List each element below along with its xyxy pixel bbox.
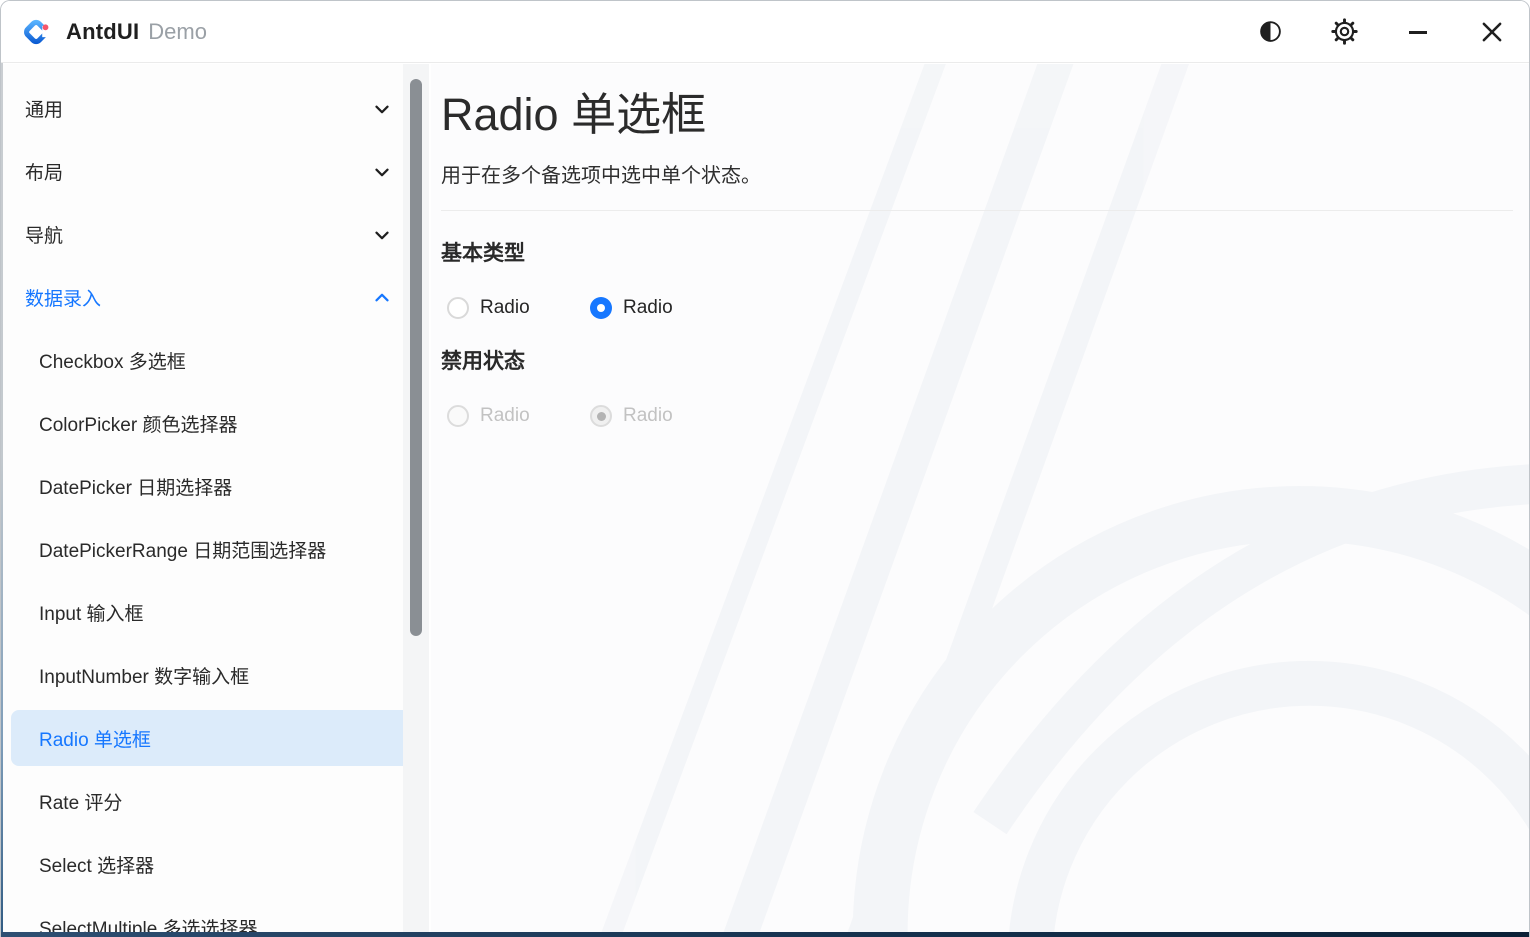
main-content: Radio 单选框 用于在多个备选项中选中单个状态。 基本类型 Radio Ra… [431, 64, 1529, 937]
radio-label: Radio [623, 297, 673, 319]
sidebar-category-label: 数据录入 [25, 284, 101, 311]
sidebar-item-radio[interactable]: Radio 单选框 [11, 710, 425, 766]
sidebar-item-label: InputNumber 数字输入框 [39, 662, 249, 689]
sidebar-category-data-entry[interactable]: 数据录入 [1, 266, 429, 329]
sidebar-category-label: 通用 [25, 95, 63, 122]
radio-unchecked-icon [447, 297, 469, 319]
contrast-icon [1258, 19, 1283, 44]
sidebar-item-colorpicker[interactable]: ColorPicker 颜色选择器 [1, 392, 429, 455]
sidebar-category-label: 布局 [25, 158, 63, 185]
sidebar-item-label: Select 选择器 [39, 851, 154, 878]
app-title-brand: AntdUI [66, 19, 139, 45]
sidebar-item-label: Rate 评分 [39, 788, 122, 815]
app-window: AntdUI Demo [0, 0, 1530, 937]
radio-group-basic: Radio Radio [447, 297, 1513, 319]
radio-disabled-checked-icon [590, 405, 612, 427]
antdui-logo-icon [23, 17, 53, 47]
radio-label: Radio [480, 297, 530, 319]
sidebar-scrollbar-thumb[interactable] [410, 79, 422, 636]
divider [441, 210, 1513, 211]
sidebar-item-label: ColorPicker 颜色选择器 [39, 410, 237, 437]
theme-toggle-button[interactable] [1246, 10, 1294, 54]
section-heading-disabled: 禁用状态 [441, 345, 1513, 375]
close-button[interactable] [1468, 10, 1516, 54]
close-icon [1479, 19, 1505, 45]
sidebar-item-label: Checkbox 多选框 [39, 347, 186, 374]
sidebar-item-datepickerrange[interactable]: DatePickerRange 日期范围选择器 [1, 518, 429, 581]
window-left-edge [1, 63, 3, 937]
radio-checked-icon [590, 297, 612, 319]
radio-option-disabled-checked[interactable]: Radio [590, 405, 733, 427]
chevron-up-icon [371, 287, 393, 309]
sidebar-category-label: 导航 [25, 221, 63, 248]
window-bottom-edge [1, 932, 1529, 937]
titlebar[interactable]: AntdUI Demo [1, 1, 1529, 63]
sidebar-item-inputnumber[interactable]: InputNumber 数字输入框 [1, 644, 429, 707]
sidebar-category-layout[interactable]: 布局 [1, 140, 429, 203]
gear-icon [1331, 18, 1358, 45]
page-title: Radio 单选框 [441, 86, 1513, 144]
sidebar-item-checkbox[interactable]: Checkbox 多选框 [1, 329, 429, 392]
sidebar-scrollbar-track[interactable] [403, 64, 429, 937]
sidebar-item-selectmultiple[interactable]: SelectMultiple 多选选择器 [1, 896, 429, 937]
radio-option-disabled-unchecked[interactable]: Radio [447, 405, 590, 427]
sidebar-category-navigation[interactable]: 导航 [1, 203, 429, 266]
section-heading-basic: 基本类型 [441, 237, 1513, 267]
radio-label: Radio [480, 405, 530, 427]
radio-disabled-unchecked-icon [447, 405, 469, 427]
sidebar-item-label: Radio 单选框 [39, 725, 151, 752]
sidebar-item-label: DatePicker 日期选择器 [39, 473, 232, 500]
chevron-down-icon [371, 98, 393, 120]
sidebar-item-rate[interactable]: Rate 评分 [1, 770, 429, 833]
radio-option-checked[interactable]: Radio [590, 297, 733, 319]
sidebar-item-input[interactable]: Input 输入框 [1, 581, 429, 644]
sidebar-nav: 通用 布局 导航 数据录入 Checkbox 多选框 [1, 64, 429, 937]
radio-group-disabled: Radio Radio [447, 405, 1513, 427]
minimize-icon [1406, 20, 1430, 44]
page-description: 用于在多个备选项中选中单个状态。 [441, 159, 1513, 188]
radio-option-unchecked[interactable]: Radio [447, 297, 590, 319]
sidebar-item-label: DatePickerRange 日期范围选择器 [39, 536, 326, 563]
sidebar-item-select[interactable]: Select 选择器 [1, 833, 429, 896]
sidebar-item-datepicker[interactable]: DatePicker 日期选择器 [1, 455, 429, 518]
chevron-down-icon [371, 224, 393, 246]
chevron-down-icon [371, 161, 393, 183]
settings-button[interactable] [1320, 10, 1368, 54]
app-title-suffix: Demo [148, 19, 207, 45]
sidebar-category-general[interactable]: 通用 [1, 77, 429, 140]
sidebar-item-label: Input 输入框 [39, 599, 144, 626]
minimize-button[interactable] [1394, 10, 1442, 54]
radio-label: Radio [623, 405, 673, 427]
